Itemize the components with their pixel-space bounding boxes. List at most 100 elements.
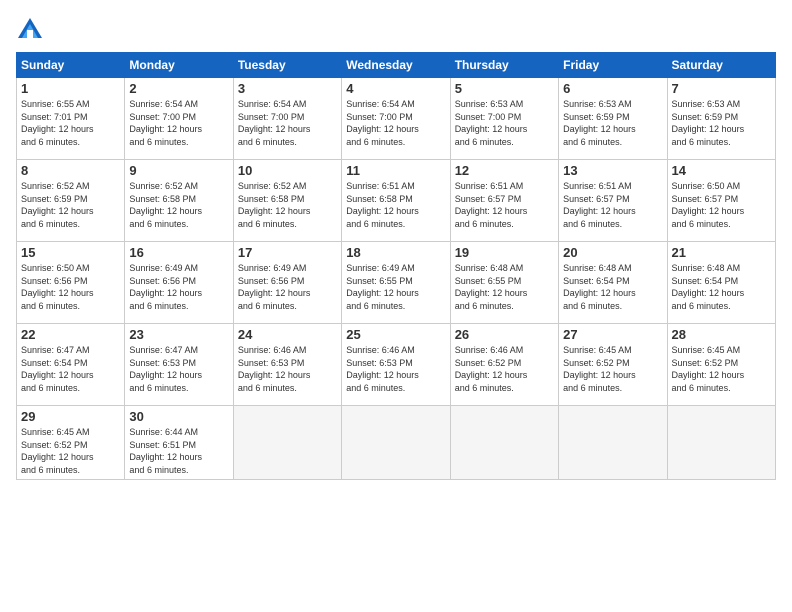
- day-number: 12: [455, 163, 554, 178]
- calendar-cell: 21 Sunrise: 6:48 AMSunset: 6:54 PMDayligh…: [667, 242, 775, 324]
- calendar-cell: 30 Sunrise: 6:44 AMSunset: 6:51 PMDayligh…: [125, 406, 233, 480]
- day-info: Sunrise: 6:46 AMSunset: 6:52 PMDaylight:…: [455, 344, 554, 394]
- day-info: Sunrise: 6:51 AMSunset: 6:58 PMDaylight:…: [346, 180, 445, 230]
- day-info: Sunrise: 6:51 AMSunset: 6:57 PMDaylight:…: [563, 180, 662, 230]
- calendar-cell: 27Sunrise: 6:45 AMSunset: 6:52 PMDayligh…: [559, 324, 667, 406]
- calendar-cell: 23 Sunrise: 6:47 AMSunset: 6:53 PMDayligh…: [125, 324, 233, 406]
- week-row-4: 22Sunrise: 6:47 AMSunset: 6:54 PMDayligh…: [17, 324, 776, 406]
- day-info: Sunrise: 6:44 AMSunset: 6:51 PMDaylight:…: [129, 426, 228, 476]
- day-number: 19: [455, 245, 554, 260]
- day-info: Sunrise: 6:54 AMSunset: 7:00 PMDaylight:…: [238, 98, 337, 148]
- day-info: Sunrise: 6:52 AMSunset: 6:59 PMDaylight:…: [21, 180, 120, 230]
- calendar-cell: 12Sunrise: 6:51 AMSunset: 6:57 PMDayligh…: [450, 160, 558, 242]
- header: [16, 16, 776, 44]
- day-number: 11: [346, 163, 445, 178]
- day-number: 13: [563, 163, 662, 178]
- col-header-friday: Friday: [559, 53, 667, 78]
- calendar-cell: 18Sunrise: 6:49 AMSunset: 6:55 PMDayligh…: [342, 242, 450, 324]
- day-number: 15: [21, 245, 120, 260]
- day-number: 21: [672, 245, 771, 260]
- day-number: 1: [21, 81, 120, 96]
- calendar-cell: 9 Sunrise: 6:52 AMSunset: 6:58 PMDaylight…: [125, 160, 233, 242]
- calendar-cell: 19 Sunrise: 6:48 AMSunset: 6:55 PMDayligh…: [450, 242, 558, 324]
- day-number: 8: [21, 163, 120, 178]
- day-info: Sunrise: 6:53 AMSunset: 6:59 PMDaylight:…: [563, 98, 662, 148]
- calendar-cell: [342, 406, 450, 480]
- calendar-cell: 20 Sunrise: 6:48 AMSunset: 6:54 PMDayligh…: [559, 242, 667, 324]
- calendar-cell: 5 Sunrise: 6:53 AMSunset: 7:00 PMDaylight…: [450, 78, 558, 160]
- week-row-1: 1 Sunrise: 6:55 AMSunset: 7:01 PMDaylight…: [17, 78, 776, 160]
- calendar-cell: 10 Sunrise: 6:52 AMSunset: 6:58 PMDayligh…: [233, 160, 341, 242]
- header-row: SundayMondayTuesdayWednesdayThursdayFrid…: [17, 53, 776, 78]
- calendar-cell: 1 Sunrise: 6:55 AMSunset: 7:01 PMDaylight…: [17, 78, 125, 160]
- calendar-cell: 13 Sunrise: 6:51 AMSunset: 6:57 PMDayligh…: [559, 160, 667, 242]
- day-number: 25: [346, 327, 445, 342]
- day-number: 3: [238, 81, 337, 96]
- day-number: 2: [129, 81, 228, 96]
- page: SundayMondayTuesdayWednesdayThursdayFrid…: [0, 0, 792, 612]
- day-info: Sunrise: 6:52 AMSunset: 6:58 PMDaylight:…: [238, 180, 337, 230]
- calendar-cell: 17Sunrise: 6:49 AMSunset: 6:56 PMDayligh…: [233, 242, 341, 324]
- day-info: Sunrise: 6:55 AMSunset: 7:01 PMDaylight:…: [21, 98, 120, 148]
- day-number: 28: [672, 327, 771, 342]
- logo: [16, 16, 48, 44]
- day-number: 23: [129, 327, 228, 342]
- day-info: Sunrise: 6:49 AMSunset: 6:56 PMDaylight:…: [238, 262, 337, 312]
- week-row-3: 15 Sunrise: 6:50 AMSunset: 6:56 PMDayligh…: [17, 242, 776, 324]
- calendar-cell: 24 Sunrise: 6:46 AMSunset: 6:53 PMDayligh…: [233, 324, 341, 406]
- day-info: Sunrise: 6:48 AMSunset: 6:54 PMDaylight:…: [563, 262, 662, 312]
- calendar-cell: 4Sunrise: 6:54 AMSunset: 7:00 PMDaylight…: [342, 78, 450, 160]
- day-info: Sunrise: 6:50 AMSunset: 6:56 PMDaylight:…: [21, 262, 120, 312]
- calendar-cell: [233, 406, 341, 480]
- day-number: 26: [455, 327, 554, 342]
- day-info: Sunrise: 6:47 AMSunset: 6:53 PMDaylight:…: [129, 344, 228, 394]
- col-header-monday: Monday: [125, 53, 233, 78]
- day-number: 10: [238, 163, 337, 178]
- calendar-cell: 15 Sunrise: 6:50 AMSunset: 6:56 PMDayligh…: [17, 242, 125, 324]
- calendar-cell: 2Sunrise: 6:54 AMSunset: 7:00 PMDaylight…: [125, 78, 233, 160]
- calendar-cell: 8 Sunrise: 6:52 AMSunset: 6:59 PMDaylight…: [17, 160, 125, 242]
- day-info: Sunrise: 6:46 AMSunset: 6:53 PMDaylight:…: [346, 344, 445, 394]
- day-info: Sunrise: 6:52 AMSunset: 6:58 PMDaylight:…: [129, 180, 228, 230]
- day-number: 5: [455, 81, 554, 96]
- day-number: 7: [672, 81, 771, 96]
- day-info: Sunrise: 6:53 AMSunset: 6:59 PMDaylight:…: [672, 98, 771, 148]
- day-number: 20: [563, 245, 662, 260]
- col-header-thursday: Thursday: [450, 53, 558, 78]
- day-number: 4: [346, 81, 445, 96]
- day-info: Sunrise: 6:53 AMSunset: 7:00 PMDaylight:…: [455, 98, 554, 148]
- col-header-saturday: Saturday: [667, 53, 775, 78]
- day-number: 29: [21, 409, 120, 424]
- calendar-cell: 22Sunrise: 6:47 AMSunset: 6:54 PMDayligh…: [17, 324, 125, 406]
- day-info: Sunrise: 6:46 AMSunset: 6:53 PMDaylight:…: [238, 344, 337, 394]
- day-info: Sunrise: 6:50 AMSunset: 6:57 PMDaylight:…: [672, 180, 771, 230]
- calendar-cell: 29Sunrise: 6:45 AMSunset: 6:52 PMDayligh…: [17, 406, 125, 480]
- logo-icon: [16, 16, 44, 44]
- day-info: Sunrise: 6:48 AMSunset: 6:54 PMDaylight:…: [672, 262, 771, 312]
- calendar-cell: 11 Sunrise: 6:51 AMSunset: 6:58 PMDayligh…: [342, 160, 450, 242]
- day-number: 16: [129, 245, 228, 260]
- day-info: Sunrise: 6:48 AMSunset: 6:55 PMDaylight:…: [455, 262, 554, 312]
- day-info: Sunrise: 6:49 AMSunset: 6:55 PMDaylight:…: [346, 262, 445, 312]
- calendar-cell: 16 Sunrise: 6:49 AMSunset: 6:56 PMDayligh…: [125, 242, 233, 324]
- calendar-cell: 26 Sunrise: 6:46 AMSunset: 6:52 PMDayligh…: [450, 324, 558, 406]
- day-number: 9: [129, 163, 228, 178]
- calendar-cell: [667, 406, 775, 480]
- day-info: Sunrise: 6:49 AMSunset: 6:56 PMDaylight:…: [129, 262, 228, 312]
- day-number: 27: [563, 327, 662, 342]
- day-info: Sunrise: 6:45 AMSunset: 6:52 PMDaylight:…: [672, 344, 771, 394]
- day-number: 24: [238, 327, 337, 342]
- calendar-cell: 25 Sunrise: 6:46 AMSunset: 6:53 PMDayligh…: [342, 324, 450, 406]
- day-number: 30: [129, 409, 228, 424]
- calendar-cell: 6 Sunrise: 6:53 AMSunset: 6:59 PMDaylight…: [559, 78, 667, 160]
- calendar-cell: 28 Sunrise: 6:45 AMSunset: 6:52 PMDayligh…: [667, 324, 775, 406]
- calendar-cell: [559, 406, 667, 480]
- week-row-5: 29Sunrise: 6:45 AMSunset: 6:52 PMDayligh…: [17, 406, 776, 480]
- calendar-cell: 14Sunrise: 6:50 AMSunset: 6:57 PMDayligh…: [667, 160, 775, 242]
- col-header-tuesday: Tuesday: [233, 53, 341, 78]
- day-number: 6: [563, 81, 662, 96]
- col-header-sunday: Sunday: [17, 53, 125, 78]
- week-row-2: 8 Sunrise: 6:52 AMSunset: 6:59 PMDaylight…: [17, 160, 776, 242]
- calendar-cell: [450, 406, 558, 480]
- col-header-wednesday: Wednesday: [342, 53, 450, 78]
